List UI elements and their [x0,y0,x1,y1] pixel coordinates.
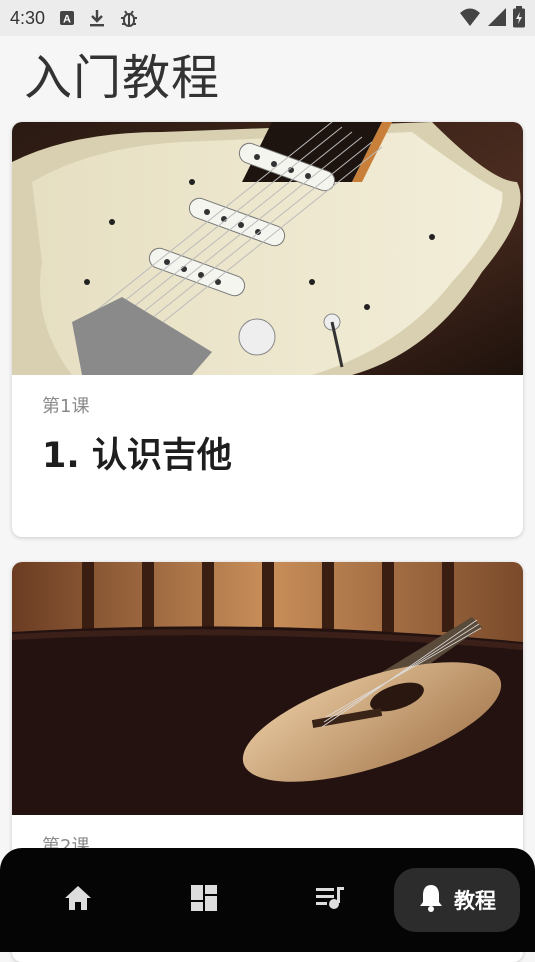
svg-text:A: A [63,14,71,26]
electric-guitar-image [12,122,523,375]
status-bar: 4:30 A [0,0,535,36]
bug-icon [119,8,139,28]
lesson-card-1[interactable]: 第1课 1. 认识吉他 [12,122,523,537]
download-icon [89,9,105,27]
nav-queue-music[interactable] [298,868,362,932]
queue-music-icon [315,885,345,915]
dashboard-icon [190,884,218,916]
lesson-subtitle: 第1课 [42,396,90,417]
home-icon [63,884,93,916]
acoustic-guitar-image [12,562,523,815]
page-title: 入门教程 [24,50,221,106]
nav-dashboard[interactable] [172,868,236,932]
nav-tutorial[interactable]: 教程 [394,868,520,932]
bell-icon [418,883,444,917]
battery-icon [513,6,525,32]
signal-icon [487,7,507,31]
font-a-icon: A [59,10,75,26]
lesson-title: 1. 认识吉他 [42,436,232,476]
nav-tutorial-label: 教程 [454,889,496,913]
status-time: 4:30 [10,7,46,28]
wifi-icon [459,7,481,31]
bottom-navigation: 教程 [0,848,535,952]
nav-home[interactable] [46,868,110,932]
